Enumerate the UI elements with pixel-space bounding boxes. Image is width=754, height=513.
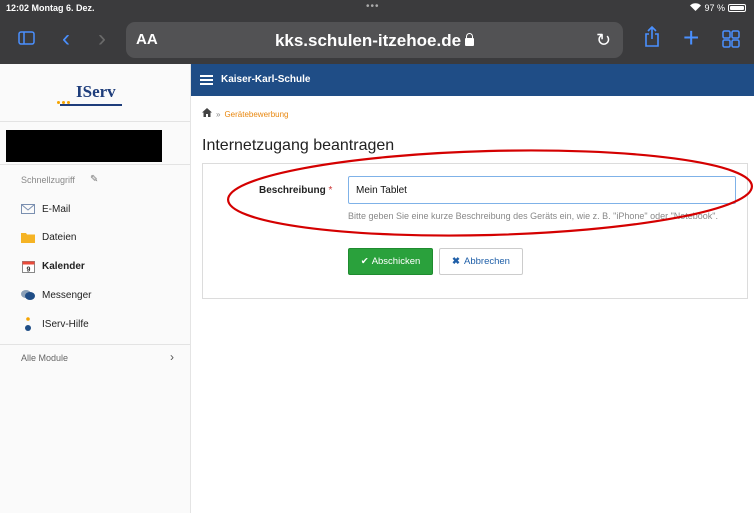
page-title: Internetzugang beantragen	[202, 137, 395, 154]
sidebar-item-help[interactable]: IServ-Hilfe	[21, 315, 89, 333]
breadcrumb-separator: »	[216, 109, 221, 119]
status-bar: 12:02 Montag 6. Dez. ••• 97 %	[0, 0, 754, 16]
school-name: Kaiser-Karl-Schule	[221, 74, 311, 85]
logo-underline	[60, 104, 122, 106]
breadcrumb: » Gerätebewerbung	[202, 108, 289, 120]
back-icon[interactable]: ‹	[62, 27, 70, 51]
logo-text: IServ	[76, 82, 116, 101]
submit-label: Abschicken	[371, 256, 421, 267]
new-tab-icon[interactable]: +	[683, 24, 699, 52]
url-text: kks.schulen-itzehoe.de	[274, 31, 462, 50]
divider	[0, 164, 190, 165]
sidebar-item-files[interactable]: Dateien	[21, 228, 76, 246]
iserv-logo[interactable]: IServ	[0, 64, 190, 122]
description-label: Beschreibung *	[259, 185, 332, 196]
hamburger-menu-icon[interactable]	[200, 75, 213, 85]
cancel-button[interactable]: ✖ Abbrechen	[439, 248, 523, 275]
description-input[interactable]	[348, 176, 736, 204]
all-modules-link[interactable]: Alle Module	[21, 353, 68, 363]
forward-icon[interactable]: ›	[98, 27, 106, 51]
required-mark: *	[328, 185, 333, 196]
wifi-icon	[690, 3, 702, 13]
reload-icon[interactable]: ↻	[596, 30, 611, 51]
user-name-redacted[interactable]	[6, 130, 162, 162]
calendar-icon: 9	[21, 259, 35, 273]
close-icon: ✖	[452, 256, 460, 267]
app-header: Kaiser-Karl-Schule	[191, 64, 754, 96]
url-display[interactable]: kks.schulen-itzehoe.de	[126, 31, 623, 51]
folder-icon	[21, 230, 35, 244]
battery-icon	[728, 4, 746, 12]
mail-icon	[21, 202, 35, 216]
cancel-label: Abbrechen	[464, 256, 510, 267]
sidebar-item-label: Dateien	[42, 231, 77, 243]
home-icon[interactable]	[202, 108, 212, 120]
quick-access-label: Schnellzugriff	[21, 175, 75, 185]
address-bar[interactable]: AA kks.schulen-itzehoe.de	[126, 22, 623, 58]
help-text: Bitte geben Sie eine kurze Beschreibung …	[348, 211, 718, 221]
submit-button[interactable]: ✔ Abschicken	[348, 248, 433, 275]
tabs-overview-icon[interactable]	[722, 30, 740, 53]
sidebar-item-calendar[interactable]: 9 Kalender	[21, 257, 85, 275]
divider	[0, 344, 190, 345]
pencil-icon[interactable]: ✎	[90, 174, 98, 185]
sidebar-toggle-icon[interactable]	[18, 31, 35, 50]
sidebar: IServ Schnellzugriff ✎ E-Mail Dateien 9 …	[0, 64, 191, 513]
svg-text:9: 9	[26, 266, 30, 273]
breadcrumb-current[interactable]: Gerätebewerbung	[224, 110, 288, 119]
check-icon: ✔	[360, 256, 369, 267]
chevron-right-icon[interactable]: ›	[170, 350, 174, 364]
sidebar-item-email[interactable]: E-Mail	[21, 200, 70, 218]
chat-icon	[21, 288, 35, 302]
status-time: 12:02 Montag 6. Dez.	[6, 3, 95, 13]
browser-chrome: 12:02 Montag 6. Dez. ••• 97 % ‹ › AA kks…	[0, 0, 754, 64]
sidebar-item-label: Kalender	[42, 260, 85, 272]
sidebar-item-label: Messenger	[42, 289, 92, 301]
sidebar-item-messenger[interactable]: Messenger	[21, 286, 91, 304]
info-icon	[21, 317, 35, 331]
battery-percent: 97 %	[704, 3, 725, 13]
multitask-dots-icon[interactable]: •••	[366, 1, 380, 12]
description-label-text: Beschreibung	[259, 185, 326, 196]
sidebar-item-label: E-Mail	[42, 203, 71, 215]
battery-indicator: 97 %	[690, 3, 746, 13]
sidebar-item-label: IServ-Hilfe	[42, 318, 89, 330]
lock-icon	[465, 33, 475, 46]
share-icon[interactable]	[644, 25, 660, 53]
